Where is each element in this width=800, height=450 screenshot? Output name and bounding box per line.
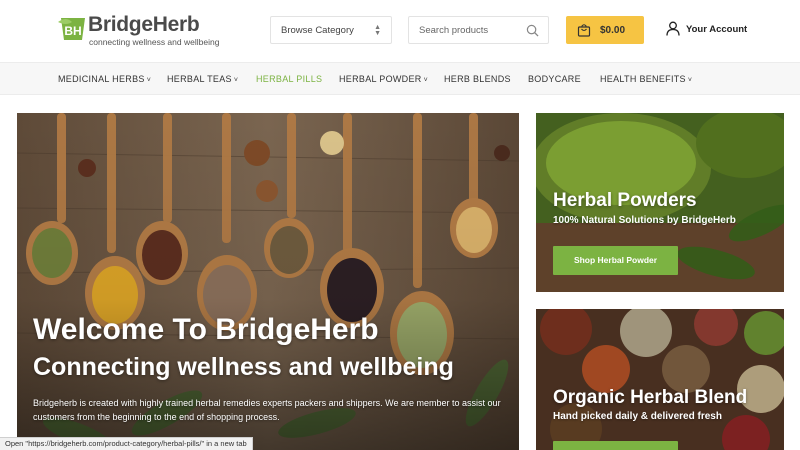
nav-item-herbal-teas[interactable]: HERBAL TEAS ˅ [167, 74, 238, 84]
main-nav: MEDICINAL HERBS ˅ HERBAL TEAS ˅ HERBAL PIL… [0, 62, 800, 95]
nav-item-herb-blends[interactable]: HERB BLENDS [444, 74, 511, 84]
promo-title: Organic Herbal Blend [553, 387, 748, 408]
herbal-blend-image [536, 309, 784, 450]
promo-organic-herbal-blend[interactable]: Organic Herbal Blend Hand picked daily &… [536, 309, 784, 450]
shopping-bag-icon [577, 24, 591, 37]
nav-item-health-benefits[interactable]: HEALTH BENEFITS ˅ [600, 74, 692, 84]
site-logo[interactable]: BH BridgeHerb connecting wellness and we… [58, 12, 219, 48]
search-icon[interactable] [526, 24, 539, 37]
browse-category-select[interactable]: Browse Category ▲ ▼ [270, 16, 392, 44]
hero-subtitle: Connecting wellness and wellbeing [33, 353, 454, 381]
logo-badge-text: BH [64, 24, 81, 38]
chevron-down-icon: ˅ [233, 77, 239, 84]
logo-tagline: connecting wellness and wellbeing [89, 37, 220, 47]
user-icon [666, 21, 680, 36]
cart-button[interactable]: $0.00 [566, 16, 644, 44]
promo-title: Herbal Powders [553, 190, 697, 211]
account-label: Your Account [686, 24, 748, 35]
chevron-down-icon: ˅ [146, 77, 152, 84]
up-down-arrows-icon: ▲ ▼ [374, 24, 381, 37]
nav-item-herbal-pills[interactable]: HERBAL PILLS [256, 74, 322, 84]
nav-item-medicinal-herbs[interactable]: MEDICINAL HERBS ˅ [58, 74, 151, 84]
promo-subtitle: Hand picked daily & delivered fresh [553, 411, 722, 422]
cart-total: $0.00 [600, 25, 626, 36]
link-status-bar: Open "https://bridgeherb.com/product-cat… [0, 437, 253, 450]
hero-description: Bridgeherb is created with highly traine… [33, 398, 501, 422]
shop-herbal-powder-button[interactable]: Shop Herbal Powder [553, 246, 678, 275]
nav-item-herbal-powder[interactable]: HERBAL POWDER ˅ [339, 74, 428, 84]
hero-banner[interactable]: Welcome To BridgeHerb Connecting wellnes… [17, 113, 519, 450]
nav-item-bodycare[interactable]: BODYCARE [528, 74, 581, 84]
chevron-down-icon: ˅ [423, 77, 428, 84]
search-placeholder: Search products [419, 25, 489, 36]
shop-herbal-blend-button[interactable] [553, 441, 678, 450]
browse-category-label: Browse Category [281, 25, 354, 36]
hero-title: Welcome To BridgeHerb [33, 313, 379, 346]
promo-subtitle: 100% Natural Solutions by BridgeHerb [553, 215, 736, 226]
logo-badge-icon: BH [58, 18, 85, 40]
chevron-down-icon: ˅ [687, 77, 693, 84]
promo-herbal-powders[interactable]: Herbal Powders 100% Natural Solutions by… [536, 113, 784, 292]
site-header: BH BridgeHerb connecting wellness and we… [0, 0, 800, 62]
logo-name: BridgeHerb [88, 13, 200, 36]
search-input[interactable]: Search products [408, 16, 549, 44]
